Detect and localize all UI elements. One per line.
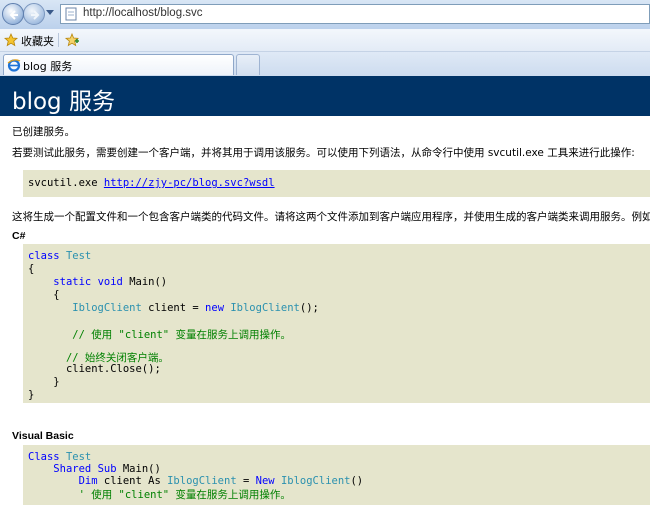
code-comment: ' 使用 "client" 变量在服务上调用操作。 <box>78 489 291 501</box>
close-call: client.Close(); <box>65 363 161 375</box>
method-signature: Main() <box>122 463 161 475</box>
tab-bar: blog 服务 <box>0 52 650 76</box>
vb-code-block: Class Test Shared Sub Main() Dim client … <box>23 445 650 505</box>
ie-icon <box>7 59 21 72</box>
code-line: } <box>28 389 35 401</box>
service-created-text: 已创建服务。 <box>12 126 75 138</box>
keyword: New <box>255 475 275 487</box>
code-line: Class Test <box>28 451 91 463</box>
operator: = <box>242 475 250 487</box>
code-line: client.Close(); <box>28 363 161 375</box>
keyword: static <box>53 276 92 288</box>
keyword: new <box>205 302 225 314</box>
code-line: IblogClient client = new IblogClient(); <box>28 302 319 314</box>
address-field[interactable]: http://localhost/blog.svc <box>60 4 650 24</box>
brace: { <box>53 289 60 301</box>
new-tab-button[interactable] <box>236 54 260 75</box>
code-line: class Test <box>28 250 91 262</box>
generation-note-text: 这将生成一个配置文件和一个包含客户端类的代码文件。请将这两个文件添加到客户端应用… <box>12 211 650 223</box>
page-icon <box>65 7 77 21</box>
forward-arrow-icon <box>31 10 40 20</box>
history-dropdown-icon[interactable] <box>46 10 54 15</box>
type-name: IblogClient <box>280 475 351 487</box>
client-decl: client = <box>148 302 199 314</box>
keyword: Dim <box>78 475 98 487</box>
favorites-label[interactable]: 收藏夹 <box>21 33 54 49</box>
code-line: // 使用 "client" 变量在服务上调用操作。 <box>28 327 291 342</box>
code-line: Dim client As IblogClient = New IblogCli… <box>28 475 364 487</box>
keyword: class <box>28 250 60 262</box>
tab-blog-service[interactable]: blog 服务 <box>3 54 234 75</box>
code-line: Shared Sub Main() <box>28 463 161 475</box>
page-title: blog 服务 <box>12 89 115 115</box>
csharp-label: C# <box>12 230 26 242</box>
brace: } <box>53 376 60 388</box>
class-name: Test <box>65 451 92 463</box>
code-line: static void Main() <box>28 276 167 288</box>
favorites-bar: 收藏夹 <box>0 29 650 52</box>
forward-button[interactable] <box>23 3 45 25</box>
type-name: IblogClient <box>72 302 142 314</box>
type-name: IblogClient <box>230 302 300 314</box>
keyword: Sub <box>97 463 117 475</box>
keyword: void <box>97 276 123 288</box>
code-line: } <box>28 376 60 388</box>
method-signature: Main() <box>129 276 168 288</box>
svcutil-command: svcutil.exe <box>28 177 98 189</box>
address-bar-row: http://localhost/blog.svc <box>0 0 650 30</box>
ctor-tail: () <box>350 475 364 487</box>
wsdl-link[interactable]: http://zjy-pc/blog.svc?wsdl <box>104 177 275 189</box>
vb-label: Visual Basic <box>12 430 74 442</box>
svcutil-line: svcutil.exe http://zjy-pc/blog.svc?wsdl <box>28 177 275 189</box>
favorites-divider <box>58 33 59 47</box>
class-name: Test <box>65 250 92 262</box>
code-line: { <box>28 289 60 301</box>
ctor-tail: (); <box>299 302 319 314</box>
add-to-favorites-icon[interactable] <box>64 32 80 48</box>
keyword: Shared <box>53 463 92 475</box>
favorites-star-icon[interactable] <box>4 33 18 47</box>
csharp-code-block: class Test { static void Main() { IblogC… <box>23 244 650 403</box>
page-header: blog 服务 <box>0 76 650 116</box>
back-arrow-icon <box>9 10 18 20</box>
tab-title: blog 服务 <box>23 60 73 73</box>
keyword: Class <box>28 451 60 463</box>
svcutil-code-block: svcutil.exe http://zjy-pc/blog.svc?wsdl <box>23 170 650 197</box>
address-text: http://localhost/blog.svc <box>83 7 203 19</box>
back-button[interactable] <box>2 3 24 25</box>
client-decl: client As <box>103 475 161 487</box>
code-comment: // 使用 "client" 变量在服务上调用操作。 <box>72 329 291 341</box>
test-instructions-text: 若要测试此服务，需要创建一个客户端，并将其用于调用该服务。可以使用下列语法，从命… <box>12 147 635 159</box>
code-line: { <box>28 263 35 275</box>
type-name: IblogClient <box>167 475 237 487</box>
